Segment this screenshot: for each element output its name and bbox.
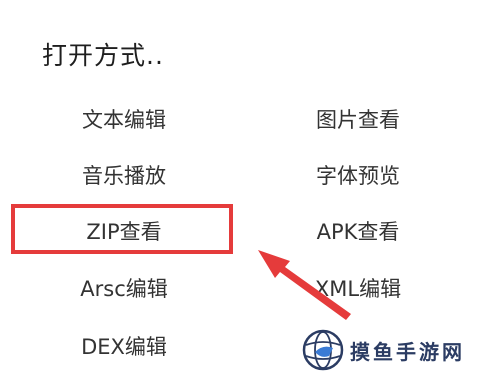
pointer-arrow-icon <box>258 250 351 320</box>
option-dex-edit[interactable]: DEX编辑 <box>24 324 224 368</box>
watermark-text: 摸鱼手游网 <box>350 339 465 364</box>
globe-logo-icon <box>302 329 344 371</box>
watermark: 摸鱼手游网 <box>302 328 465 372</box>
option-font-preview[interactable]: 字体预览 <box>258 153 458 197</box>
option-arsc-edit[interactable]: Arsc编辑 <box>24 266 224 310</box>
option-zip-view[interactable]: ZIP查看 <box>24 209 224 253</box>
option-text-edit[interactable]: 文本编辑 <box>24 97 224 141</box>
option-music-play[interactable]: 音乐播放 <box>24 153 224 197</box>
option-image-view[interactable]: 图片查看 <box>258 97 458 141</box>
open-with-dialog: 打开方式.. 文本编辑 音乐播放 ZIP查看 Arsc编辑 DEX编辑 图片查看… <box>0 0 482 376</box>
dialog-title: 打开方式.. <box>42 41 164 70</box>
